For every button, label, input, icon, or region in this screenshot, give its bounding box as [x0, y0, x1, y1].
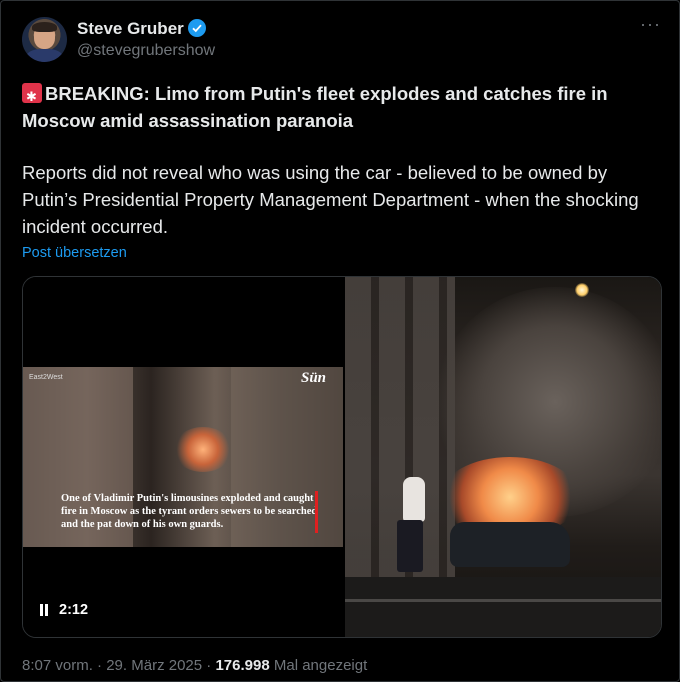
street-lamp [575, 283, 589, 297]
post-meta: 8:07 vorm. · 29. März 2025 · 176.998 Mal… [22, 657, 367, 674]
author-handle[interactable]: @stevegrubershow [77, 42, 215, 60]
view-count: 176.998 [215, 657, 270, 674]
police-siren-icon [22, 83, 42, 110]
post-date[interactable]: 29. März 2025 [106, 657, 202, 674]
video-left-pane: East2West Sün One of Vladimir Putin's li… [23, 277, 343, 637]
verified-badge-icon [188, 19, 206, 37]
caption-accent-bar [315, 491, 318, 533]
video-player[interactable]: East2West Sün One of Vladimir Putin's li… [22, 276, 662, 638]
video-duration-badge[interactable]: 2:12 [39, 602, 88, 618]
views-label: Mal angezeigt [273, 657, 368, 674]
headline-text: BREAKING: Limo from Putin's fleet explod… [22, 83, 608, 131]
bystander [403, 477, 425, 522]
more-options-icon[interactable]: ··· [640, 14, 661, 35]
burning-limousine [450, 522, 570, 567]
meta-separator: · [97, 657, 103, 674]
watermark-label: East2West [29, 374, 63, 381]
post-time[interactable]: 8:07 vorm. [22, 657, 93, 674]
author-name[interactable]: Steve Gruber [77, 19, 184, 39]
meta-separator: · [206, 657, 212, 674]
avatar[interactable] [22, 17, 67, 62]
video-thumbnail: East2West Sün One of Vladimir Putin's li… [23, 367, 343, 547]
post-body: Reports did not reveal who was using the… [22, 162, 639, 237]
thumbnail-caption: One of Vladimir Putin's limousines explo… [61, 493, 318, 530]
the-sun-logo: Sün [301, 370, 327, 386]
video-right-pane [345, 277, 661, 637]
video-duration: 2:12 [59, 602, 89, 618]
post-headline: BREAKING: Limo from Putin's fleet explod… [22, 80, 662, 134]
pause-icon[interactable] [39, 604, 49, 616]
translate-post-link[interactable]: Post übersetzen [22, 245, 127, 261]
